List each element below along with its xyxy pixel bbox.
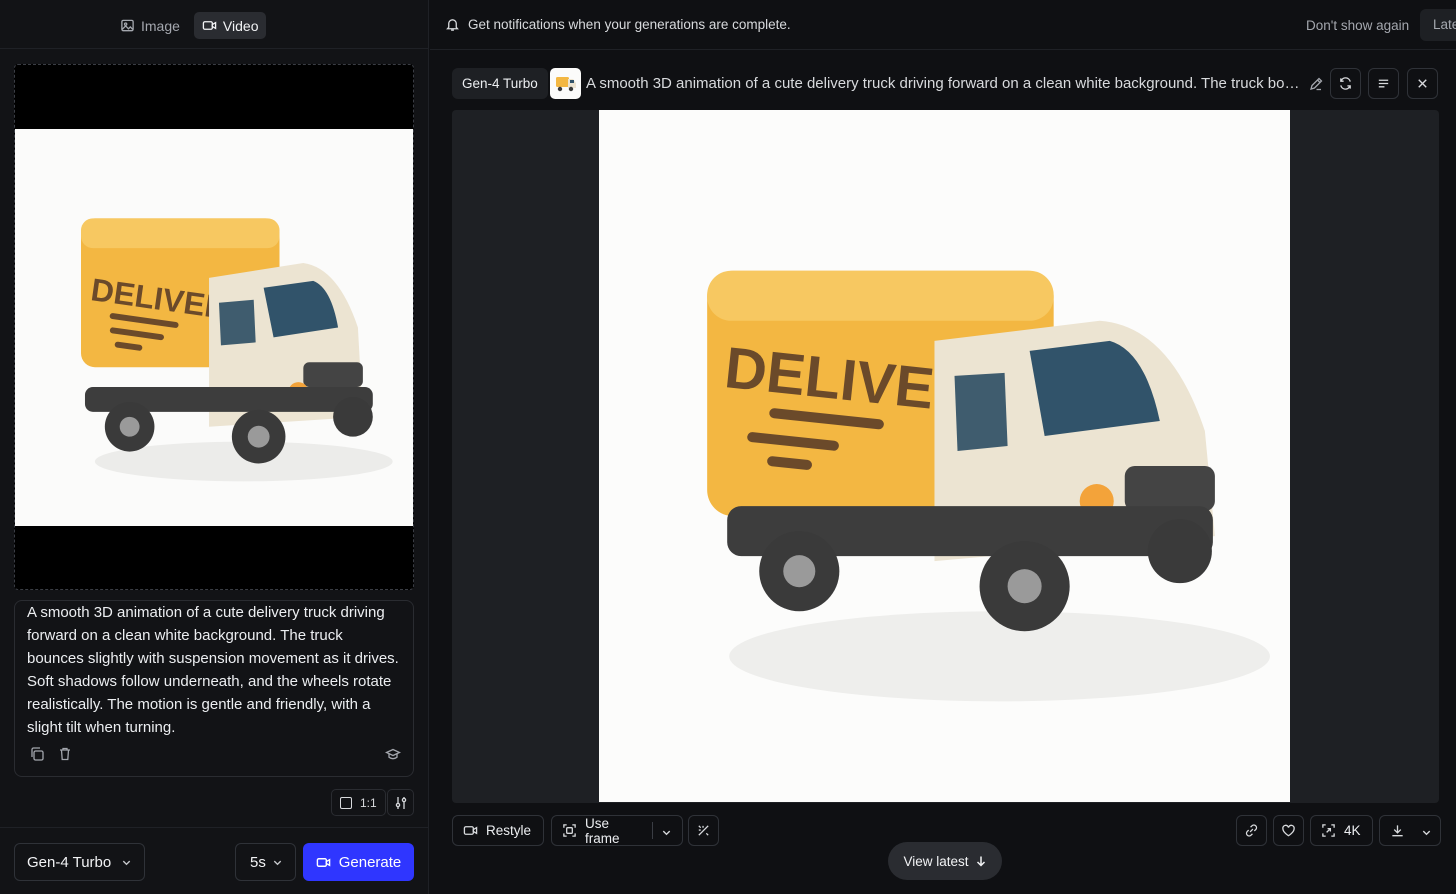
square-icon	[340, 796, 352, 809]
mode-tabs: Image Video	[112, 12, 267, 39]
right-panel: Get notifications when your generations …	[430, 0, 1456, 894]
prompt-box[interactable]: A smooth 3D animation of a cute delivery…	[14, 600, 414, 777]
trash-icon[interactable]	[57, 746, 73, 762]
model-chip: Gen-4 Turbo	[452, 68, 548, 99]
generation-header: Gen-4 Turbo A smooth 3D animation of a c…	[452, 68, 1440, 99]
notification-text: Get notifications when your generations …	[468, 17, 791, 32]
generate-label: Generate	[338, 853, 402, 871]
chevron-down-icon[interactable]	[1421, 825, 1432, 836]
link-icon	[1244, 823, 1259, 838]
divider	[652, 822, 653, 839]
magic-tools-button[interactable]	[688, 815, 719, 846]
input-image: DELIVERY	[15, 129, 413, 526]
upscale-4k-button[interactable]: 4K	[1310, 815, 1373, 846]
model-select[interactable]: Gen-4 Turbo	[14, 843, 145, 881]
video-icon	[316, 855, 331, 870]
upscale-icon	[1321, 823, 1336, 838]
pencil-icon[interactable]	[1308, 76, 1324, 92]
input-image-dropzone[interactable]: DELIVERY	[14, 64, 414, 590]
close-icon	[1415, 76, 1430, 91]
menu-lines-icon	[1376, 76, 1391, 91]
tab-video[interactable]: Video	[193, 12, 267, 39]
input-thumbnail[interactable]	[550, 68, 581, 99]
duration-select-label: 5s	[250, 853, 266, 871]
refresh-icon	[1338, 76, 1353, 91]
download-icon	[1390, 823, 1405, 838]
upscale-label: 4K	[1344, 823, 1361, 838]
prompt-tools	[29, 746, 73, 762]
restyle-button[interactable]: Restyle	[452, 815, 544, 846]
aspect-ratio-label: 1:1	[360, 795, 377, 810]
video-icon	[202, 18, 217, 33]
latest-button[interactable]: Latest	[1420, 9, 1456, 41]
regenerate-button[interactable]	[1330, 68, 1361, 99]
wand-icon	[696, 823, 711, 838]
chevron-down-icon[interactable]	[661, 825, 672, 836]
dont-show-again-link[interactable]: Don't show again	[1306, 18, 1409, 33]
aspect-ratio-button[interactable]: 1:1	[331, 789, 386, 816]
left-panel: Image Video DELIVERY A smooth 3D animati…	[0, 0, 429, 894]
copy-icon[interactable]	[29, 746, 45, 762]
arrow-down-icon	[975, 855, 987, 867]
image-icon	[120, 18, 135, 33]
generated-video[interactable]: DELIVERY	[599, 110, 1290, 802]
video-icon	[463, 823, 478, 838]
view-latest-button[interactable]: View latest	[888, 842, 1002, 880]
tab-image[interactable]: Image	[112, 12, 188, 39]
tab-image-label: Image	[141, 17, 180, 34]
prompt-textarea[interactable]: A smooth 3D animation of a cute delivery…	[27, 601, 403, 739]
sliders-icon	[393, 795, 409, 811]
chevron-down-icon	[272, 857, 283, 868]
graduation-cap-icon[interactable]	[385, 746, 401, 762]
chevron-down-icon	[121, 857, 132, 868]
generation-title: A smooth 3D animation of a cute delivery…	[586, 75, 1304, 92]
frame-icon	[562, 823, 577, 838]
tab-video-label: Video	[222, 17, 259, 34]
notification-bar: Get notifications when your generations …	[430, 0, 1456, 50]
generate-button[interactable]: Generate	[303, 843, 414, 881]
download-button[interactable]	[1379, 815, 1441, 846]
copy-link-button[interactable]	[1236, 815, 1267, 846]
video-stage: DELIVERY	[452, 110, 1439, 803]
use-frame-label: Use frame	[585, 815, 620, 846]
restyle-label: Restyle	[486, 823, 532, 838]
settings-button[interactable]	[387, 789, 414, 816]
heart-icon	[1281, 823, 1296, 838]
bell-icon	[445, 17, 460, 32]
favorite-button[interactable]	[1273, 815, 1304, 846]
divider	[0, 827, 428, 828]
duration-select[interactable]: 5s	[235, 843, 296, 881]
details-button[interactable]	[1368, 68, 1399, 99]
use-frame-button[interactable]: Use frame	[551, 815, 683, 846]
model-select-label: Gen-4 Turbo	[27, 853, 112, 871]
close-button[interactable]	[1407, 68, 1438, 99]
view-latest-label: View latest	[903, 853, 969, 869]
divider	[0, 48, 428, 49]
